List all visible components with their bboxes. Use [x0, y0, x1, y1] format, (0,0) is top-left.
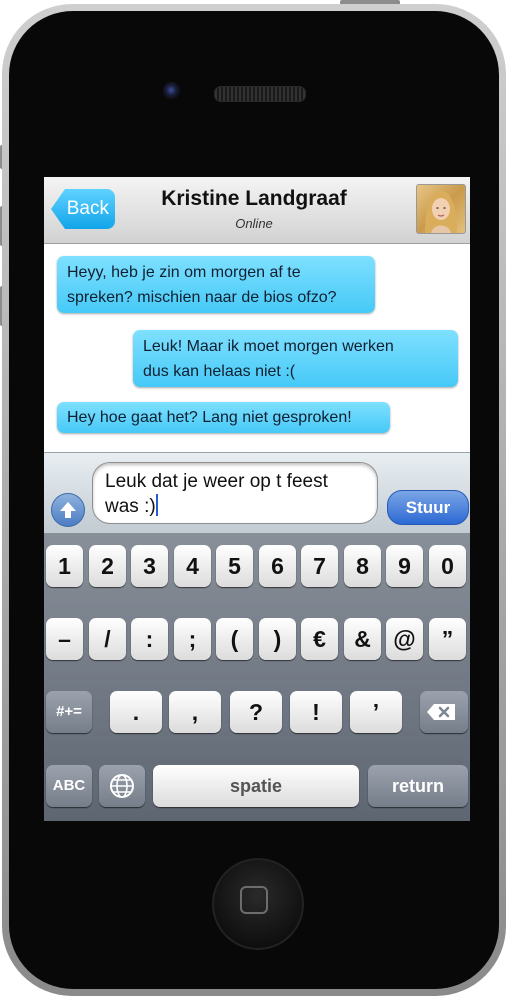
message-input[interactable]: Leuk dat je weer op t feest was :) — [92, 462, 378, 524]
contact-name: Kristine Landgraaf — [161, 187, 347, 210]
iphone-device: Back Kristine Landgraaf Online Heyy, heb… — [0, 0, 510, 1000]
key-comma[interactable]: , — [169, 691, 221, 733]
keyboard: 1 2 3 4 5 6 7 8 9 0 – / : ; ( ) € & @ ” … — [44, 533, 470, 821]
key-dash[interactable]: – — [46, 618, 83, 660]
key-3[interactable]: 3 — [131, 545, 168, 587]
arrow-up-icon[interactable] — [51, 493, 85, 527]
navigation-bar: Back Kristine Landgraaf Online — [44, 177, 470, 244]
key-exclamation[interactable]: ! — [290, 691, 342, 733]
space-key[interactable]: spatie — [153, 765, 359, 807]
backspace-icon[interactable] — [420, 691, 468, 733]
key-colon[interactable]: : — [131, 618, 168, 660]
front-camera — [163, 82, 181, 100]
key-quote[interactable]: ” — [429, 618, 466, 660]
key-4[interactable]: 4 — [174, 545, 211, 587]
key-8[interactable]: 8 — [344, 545, 381, 587]
key-euro[interactable]: € — [301, 618, 338, 660]
message-bubble-incoming[interactable]: Hey hoe gaat het? Lang niet gesproken! — [57, 402, 390, 433]
input-text-line: was :) — [105, 496, 156, 517]
text-caret — [155, 494, 158, 516]
key-2[interactable]: 2 — [89, 545, 126, 587]
message-bubble-incoming[interactable]: Heyy, heb je zin om morgen af te spreken… — [57, 256, 375, 313]
return-key[interactable]: return — [368, 765, 468, 807]
message-line: Heyy, heb je zin om morgen af te — [67, 264, 301, 281]
key-at[interactable]: @ — [386, 618, 423, 660]
key-1[interactable]: 1 — [46, 545, 83, 587]
key-5[interactable]: 5 — [216, 545, 253, 587]
key-ampersand[interactable]: & — [344, 618, 381, 660]
key-open-paren[interactable]: ( — [216, 618, 253, 660]
key-close-paren[interactable]: ) — [259, 618, 296, 660]
key-6[interactable]: 6 — [259, 545, 296, 587]
message-line: Leuk! Maar ik moet morgen werken — [143, 338, 394, 355]
globe-icon[interactable] — [99, 765, 145, 807]
key-question[interactable]: ? — [230, 691, 282, 733]
earpiece-speaker — [214, 86, 306, 102]
key-0[interactable]: 0 — [429, 545, 466, 587]
key-slash[interactable]: / — [89, 618, 126, 660]
key-semicolon[interactable]: ; — [174, 618, 211, 660]
back-button[interactable]: Back — [51, 189, 115, 229]
message-bubble-outgoing[interactable]: Leuk! Maar ik moet morgen werken dus kan… — [133, 330, 458, 387]
key-7[interactable]: 7 — [301, 545, 338, 587]
contact-photo-icon[interactable] — [416, 184, 466, 234]
message-line: dus kan helaas niet :( — [143, 363, 296, 380]
key-apostrophe[interactable]: ’ — [350, 691, 402, 733]
home-square-icon — [240, 886, 268, 914]
message-line: Hey hoe gaat het? Lang niet gesproken! — [67, 409, 352, 426]
contact-status: Online — [235, 216, 273, 231]
composer-bar: Leuk dat je weer op t feest was :) Stuur — [44, 452, 470, 534]
key-abc[interactable]: ABC — [46, 765, 92, 807]
message-line: spreken? mischien naar de bios ofzo? — [67, 289, 337, 306]
key-period[interactable]: . — [110, 691, 162, 733]
key-more-symbols[interactable]: #+= — [46, 691, 92, 733]
send-button[interactable]: Stuur — [387, 490, 469, 525]
input-text-line: Leuk dat je weer op t feest — [105, 471, 328, 492]
message-list: Heyy, heb je zin om morgen af te spreken… — [44, 244, 470, 452]
screen: Back Kristine Landgraaf Online Heyy, heb… — [44, 177, 470, 821]
key-9[interactable]: 9 — [386, 545, 423, 587]
